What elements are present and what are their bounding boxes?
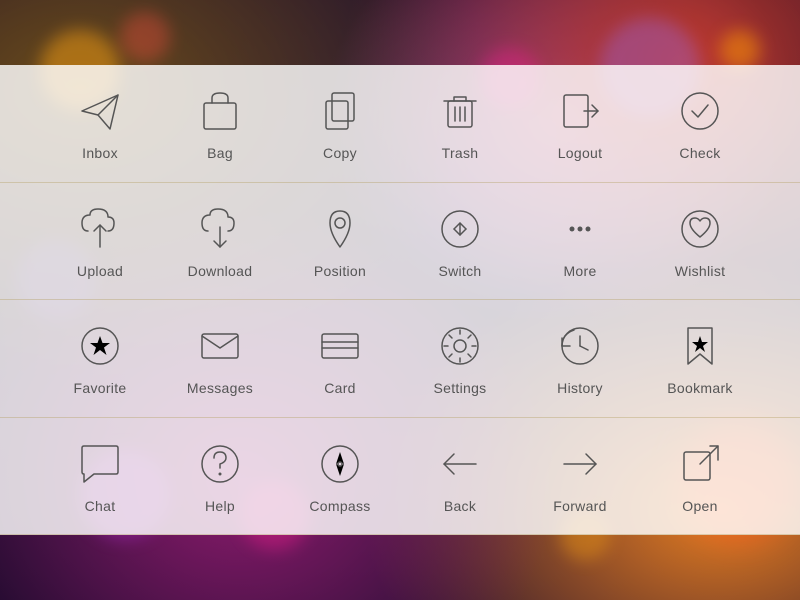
help-icon xyxy=(194,438,246,490)
position-icon xyxy=(314,203,366,255)
open-icon xyxy=(674,438,726,490)
icon-row-3: Favorite Messages Card xyxy=(0,300,800,418)
wishlist-item[interactable]: Wishlist xyxy=(655,203,745,279)
back-item[interactable]: Back xyxy=(415,438,505,514)
logout-label: Logout xyxy=(558,145,603,161)
messages-icon xyxy=(194,320,246,372)
more-icon xyxy=(554,203,606,255)
check-icon xyxy=(674,85,726,137)
card-item[interactable]: Card xyxy=(295,320,385,396)
download-label: Download xyxy=(188,263,253,279)
settings-item[interactable]: Settings xyxy=(415,320,505,396)
inbox-icon xyxy=(74,85,126,137)
card-label: Card xyxy=(324,380,356,396)
copy-item[interactable]: Copy xyxy=(295,85,385,161)
history-icon xyxy=(554,320,606,372)
open-item[interactable]: Open xyxy=(655,438,745,514)
upload-icon xyxy=(74,203,126,255)
forward-item[interactable]: Forward xyxy=(535,438,625,514)
trash-item[interactable]: Trash xyxy=(415,85,505,161)
upload-label: Upload xyxy=(77,263,123,279)
trash-label: Trash xyxy=(442,145,479,161)
download-item[interactable]: Download xyxy=(175,203,265,279)
favorite-label: Favorite xyxy=(74,380,127,396)
trash-icon xyxy=(434,85,486,137)
copy-label: Copy xyxy=(323,145,357,161)
switch-icon xyxy=(434,203,486,255)
icon-row-4: Chat Help Compass xyxy=(0,418,800,536)
chat-icon xyxy=(74,438,126,490)
upload-item[interactable]: Upload xyxy=(55,203,145,279)
logout-item[interactable]: Logout xyxy=(535,85,625,161)
settings-icon xyxy=(434,320,486,372)
download-icon xyxy=(194,203,246,255)
compass-icon xyxy=(314,438,366,490)
copy-icon xyxy=(314,85,366,137)
compass-item[interactable]: Compass xyxy=(295,438,385,514)
position-item[interactable]: Position xyxy=(295,203,385,279)
bookmark-label: Bookmark xyxy=(667,380,732,396)
help-item[interactable]: Help xyxy=(175,438,265,514)
chat-item[interactable]: Chat xyxy=(55,438,145,514)
switch-label: Switch xyxy=(438,263,481,279)
more-item[interactable]: More xyxy=(535,203,625,279)
bookmark-item[interactable]: Bookmark xyxy=(655,320,745,396)
logout-icon xyxy=(554,85,606,137)
messages-item[interactable]: Messages xyxy=(175,320,265,396)
forward-icon xyxy=(554,438,606,490)
more-label: More xyxy=(563,263,596,279)
settings-label: Settings xyxy=(434,380,487,396)
icon-row-2: Upload Download Position xyxy=(0,183,800,301)
favorite-icon xyxy=(74,320,126,372)
history-item[interactable]: History xyxy=(535,320,625,396)
bag-item[interactable]: Bag xyxy=(175,85,265,161)
back-label: Back xyxy=(444,498,476,514)
position-label: Position xyxy=(314,263,366,279)
compass-label: Compass xyxy=(309,498,370,514)
bookmark-icon xyxy=(674,320,726,372)
favorite-item[interactable]: Favorite xyxy=(55,320,145,396)
bag-label: Bag xyxy=(207,145,233,161)
inbox-item[interactable]: Inbox xyxy=(55,85,145,161)
wishlist-icon xyxy=(674,203,726,255)
switch-item[interactable]: Switch xyxy=(415,203,505,279)
check-item[interactable]: Check xyxy=(655,85,745,161)
icon-row-1: Inbox Bag Copy xyxy=(0,65,800,183)
messages-label: Messages xyxy=(187,380,253,396)
bag-icon xyxy=(194,85,246,137)
card-icon xyxy=(314,320,366,372)
back-icon xyxy=(434,438,486,490)
open-label: Open xyxy=(682,498,717,514)
wishlist-label: Wishlist xyxy=(675,263,726,279)
history-label: History xyxy=(557,380,603,396)
chat-label: Chat xyxy=(85,498,116,514)
forward-label: Forward xyxy=(553,498,606,514)
check-label: Check xyxy=(679,145,720,161)
help-label: Help xyxy=(205,498,235,514)
inbox-label: Inbox xyxy=(82,145,118,161)
